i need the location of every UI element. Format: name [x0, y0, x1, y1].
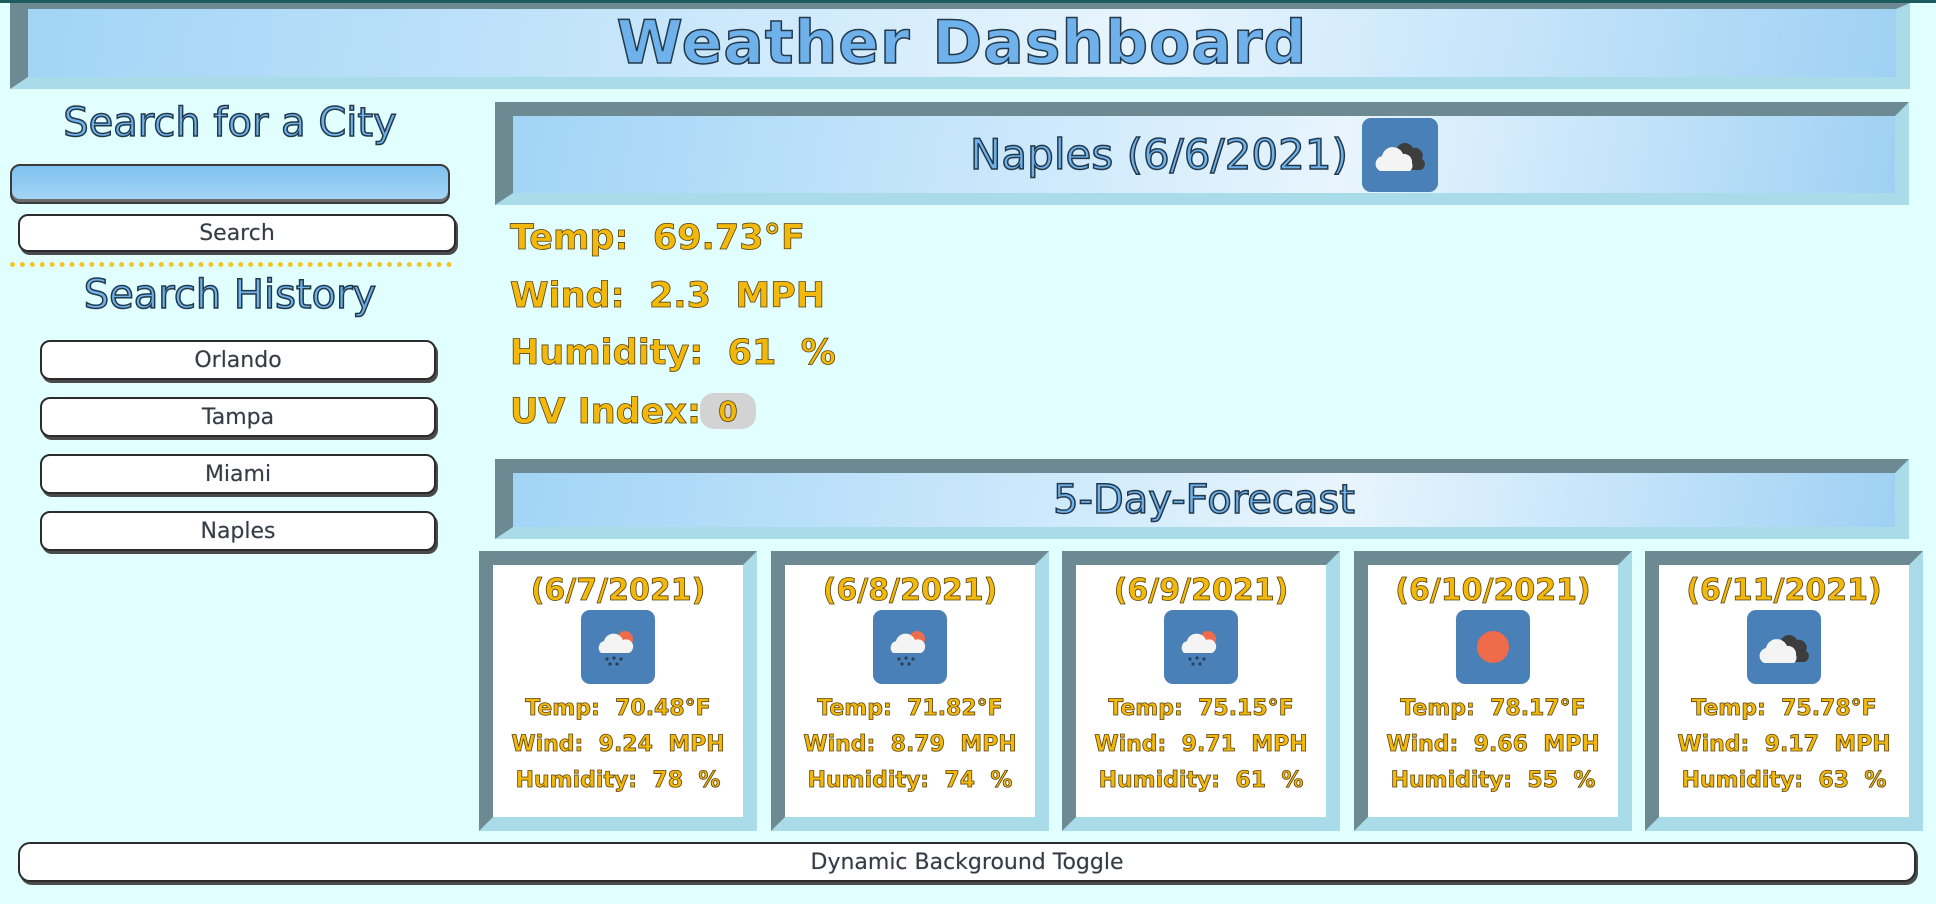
forecast-wind: Wind: 9.66 MPH: [1386, 732, 1600, 758]
search-button[interactable]: Search: [18, 214, 456, 252]
current-temp: Temp: 69.73°F: [510, 218, 806, 259]
forecast-date: (6/7/2021): [530, 573, 706, 609]
forecast-date: (6/10/2021): [1395, 573, 1591, 609]
forecast-card: (6/10/2021) Temp: 78.17°F Wind: 9.66 MPH…: [1354, 551, 1632, 831]
forecast-wind: Wind: 9.71 MPH: [1094, 732, 1308, 758]
forecast-humidity: Humidity: 55 %: [1390, 768, 1596, 794]
forecast-card: (6/11/2021) Temp: 75.78°F Wind: 9.17 MPH…: [1645, 551, 1923, 831]
forecast-banner: 5-Day-Forecast: [495, 459, 1909, 539]
forecast-humidity: Humidity: 78 %: [515, 768, 721, 794]
forecast-date: (6/11/2021): [1686, 573, 1882, 609]
current-humidity: Humidity: 61 %: [510, 333, 837, 374]
history-item-tampa[interactable]: Tampa: [40, 397, 436, 437]
forecast-humidity: Humidity: 61 %: [1098, 768, 1304, 794]
forecast-temp: Temp: 70.48°F: [525, 696, 711, 722]
forecast-wind: Wind: 9.17 MPH: [1677, 732, 1891, 758]
forecast-title: 5-Day-Forecast: [1052, 476, 1355, 524]
history-item-orlando[interactable]: Orlando: [40, 340, 436, 380]
forecast-temp: Temp: 71.82°F: [817, 696, 1003, 722]
page-title: Weather Dashboard: [616, 7, 1308, 79]
forecast-date: (6/8/2021): [822, 573, 998, 609]
forecast-humidity: Humidity: 63 %: [1681, 768, 1887, 794]
sun-icon: [1456, 610, 1530, 684]
history-item-naples[interactable]: Naples: [40, 511, 436, 551]
history-heading: Search History: [83, 271, 377, 319]
history-item-miami[interactable]: Miami: [40, 454, 436, 494]
forecast-temp: Temp: 78.17°F: [1400, 696, 1586, 722]
sidebar-divider: [10, 262, 452, 267]
forecast-card: (6/9/2021) Temp: 75.15°F Wind: 9.71 MPH …: [1062, 551, 1340, 831]
search-heading: Search for a City: [63, 99, 398, 147]
dynamic-background-toggle[interactable]: Dynamic Background Toggle: [18, 842, 1916, 882]
uv-index-badge: 0: [700, 393, 756, 429]
forecast-wind: Wind: 8.79 MPH: [803, 732, 1017, 758]
city-search-input[interactable]: [10, 164, 450, 204]
current-city-title: Naples (6/6/2021): [969, 129, 1348, 180]
sun-rain-icon: [1164, 610, 1238, 684]
current-weather-banner: Naples (6/6/2021): [495, 102, 1909, 205]
forecast-humidity: Humidity: 74 %: [807, 768, 1013, 794]
cloudy-icon: [1747, 610, 1821, 684]
current-wind: Wind: 2.3 MPH: [510, 276, 826, 317]
forecast-wind: Wind: 9.24 MPH: [511, 732, 725, 758]
forecast-card: (6/8/2021) Temp: 71.82°F Wind: 8.79 MPH …: [771, 551, 1049, 831]
cloudy-icon: [1361, 117, 1438, 192]
uv-index-label: UV Index:: [510, 392, 702, 433]
forecast-card: (6/7/2021) Temp: 70.48°F Wind: 9.24 MPH …: [479, 551, 757, 831]
page-header: Weather Dashboard: [10, 3, 1910, 89]
forecast-temp: Temp: 75.78°F: [1691, 696, 1877, 722]
sun-rain-icon: [581, 610, 655, 684]
forecast-temp: Temp: 75.15°F: [1108, 696, 1294, 722]
sun-rain-icon: [873, 610, 947, 684]
forecast-date: (6/9/2021): [1113, 573, 1289, 609]
